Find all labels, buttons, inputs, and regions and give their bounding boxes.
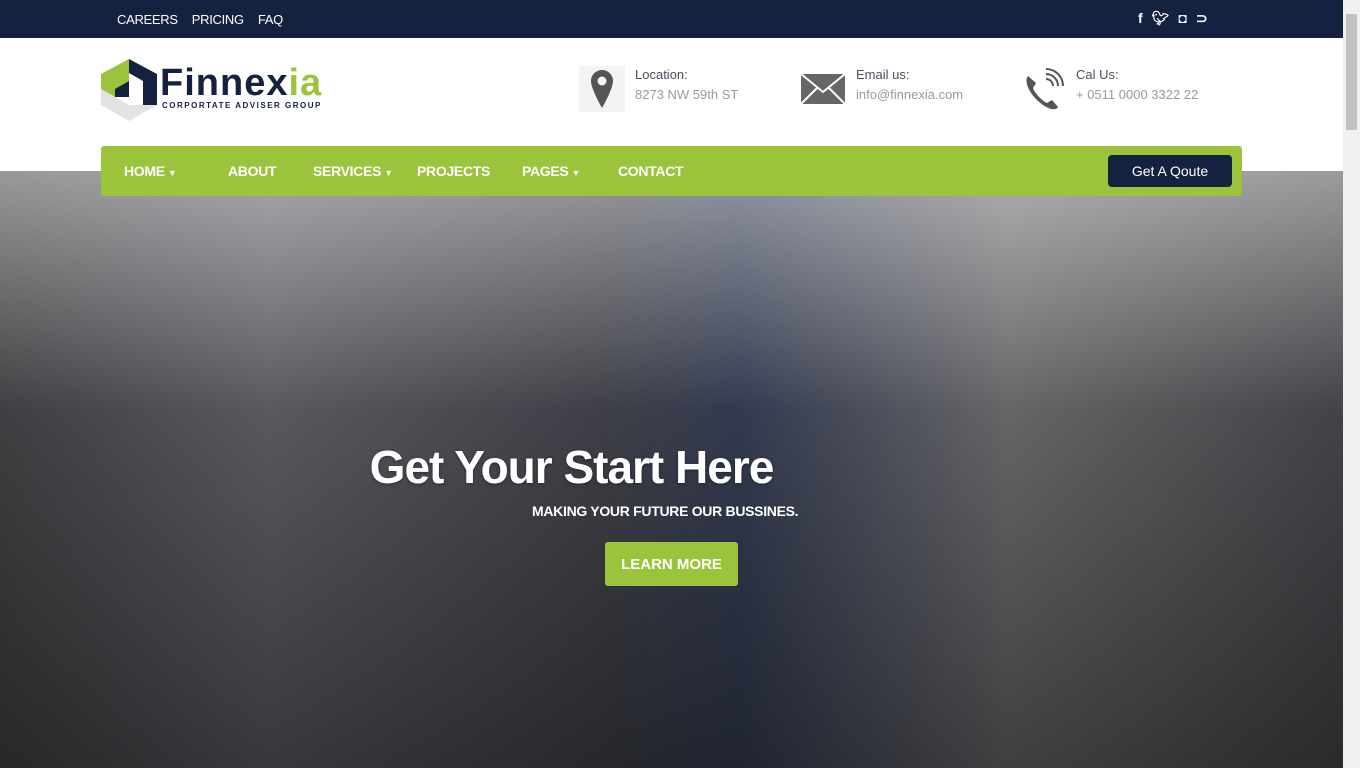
rss-icon[interactable]: ⊃ (1196, 10, 1208, 27)
logo-icon[interactable] (101, 59, 159, 121)
top-bar: CAREERS PRICING FAQ f 🐦︎ ◘ ⊃ (0, 0, 1343, 38)
scrollbar-thumb[interactable] (1346, 14, 1357, 130)
location-value: 8273 NW 59th ST (635, 87, 739, 102)
twitter-icon[interactable]: 🐦︎ (1152, 10, 1170, 27)
caret-down-icon: ▼ (571, 168, 581, 178)
pricing-link[interactable]: PRICING (192, 12, 244, 27)
brand-accent: ia (288, 62, 323, 104)
email-label: Email us: (856, 67, 910, 82)
instagram-icon[interactable]: ◘ (1178, 10, 1186, 27)
nav-projects[interactable]: PROJECTS (417, 163, 490, 179)
phone-icon (1020, 66, 1066, 112)
phone-info: Cal Us: + 0511 0000 3322 22 (1020, 66, 1198, 112)
faq-link[interactable]: FAQ (258, 12, 283, 27)
brand-name[interactable]: Finnexia (160, 62, 322, 105)
envelope-icon (800, 66, 846, 112)
nav-pages[interactable]: PAGES ▼ (522, 163, 580, 179)
caret-down-icon: ▼ (167, 168, 177, 178)
scrollbar[interactable] (1343, 0, 1360, 768)
get-quote-button[interactable]: Get A Qoute (1108, 155, 1232, 187)
hero-title: Get Your Start Here (369, 441, 775, 493)
email-info: Email us: info@finnexia.com (800, 66, 963, 112)
main-nav: HOME ▼ ABOUT SERVICES ▼ PROJECTS PAGES ▼ CO… (101, 146, 1242, 196)
brand-tagline: CORPORTATE ADVISER GROUP (162, 101, 322, 110)
location-info: Location: 8273 NW 59th ST (579, 66, 738, 112)
caret-down-icon: ▼ (384, 168, 393, 178)
phone-value[interactable]: + 0511 0000 3322 22 (1076, 87, 1198, 102)
nav-home[interactable]: HOME ▼ (124, 163, 177, 179)
email-value[interactable]: info@finnexia.com (856, 87, 963, 102)
location-label: Location: (635, 67, 688, 82)
careers-link[interactable]: CAREERS (117, 12, 178, 27)
brand-main: Finnex (160, 62, 289, 104)
nav-contact[interactable]: CONTACT (618, 163, 684, 179)
nav-services[interactable]: SERVICES ▼ (313, 163, 393, 179)
nav-about[interactable]: ABOUT (228, 163, 277, 179)
map-pin-icon (579, 66, 625, 112)
hero-subtitle: MAKING YOUR FUTURE OUR BUSSINES. (532, 503, 799, 519)
learn-more-button[interactable]: LEARN MORE (605, 542, 738, 586)
phone-label: Cal Us: (1076, 67, 1119, 82)
facebook-icon[interactable]: f (1138, 10, 1143, 27)
